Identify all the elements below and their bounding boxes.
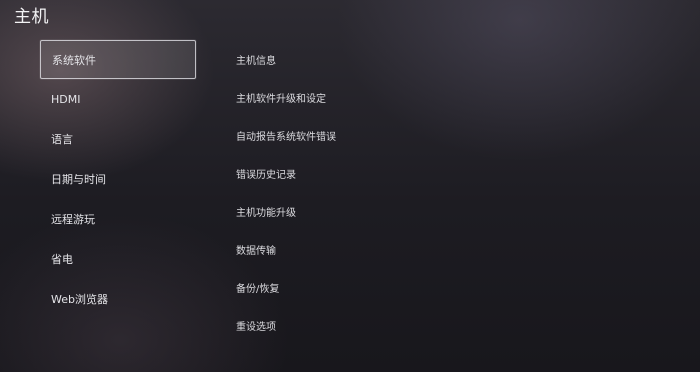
category-label: 系统软件 — [52, 53, 96, 67]
option-label: 主机信息 — [236, 55, 276, 67]
category-power-saving[interactable]: 省电 — [40, 239, 196, 279]
category-label: 远程游玩 — [51, 213, 95, 226]
option-backup-restore[interactable]: 备份/恢复 — [236, 268, 636, 306]
option-label: 备份/恢复 — [236, 283, 280, 295]
option-data-transfer[interactable]: 数据传输 — [236, 230, 636, 268]
option-label: 自动报告系统软件错误 — [236, 131, 336, 143]
option-software-update[interactable]: 主机软件升级和设定 — [236, 78, 636, 116]
category-label: 日期与时间 — [51, 173, 106, 186]
category-date-time[interactable]: 日期与时间 — [40, 159, 196, 199]
option-feature-upgrade[interactable]: 主机功能升级 — [236, 192, 636, 230]
category-label: 省电 — [51, 253, 73, 266]
option-label: 主机软件升级和设定 — [236, 93, 326, 105]
option-label: 数据传输 — [236, 245, 276, 257]
page-title: 主机 — [14, 7, 49, 27]
category-hdmi[interactable]: HDMI — [40, 79, 196, 119]
category-system-software[interactable]: 系统软件 — [40, 40, 196, 79]
category-web-browser[interactable]: Web浏览器 — [40, 279, 196, 319]
category-label: Web浏览器 — [51, 293, 108, 306]
system-software-options: 主机信息 主机软件升级和设定 自动报告系统软件错误 错误历史记录 主机功能升级 … — [236, 40, 636, 344]
category-label: 语言 — [51, 133, 73, 146]
option-label: 重设选项 — [236, 321, 276, 333]
settings-category-list: 系统软件 HDMI 语言 日期与时间 远程游玩 省电 Web浏览器 — [40, 40, 196, 319]
category-remote-play[interactable]: 远程游玩 — [40, 199, 196, 239]
category-label: HDMI — [51, 92, 81, 106]
option-auto-error-report[interactable]: 自动报告系统软件错误 — [236, 116, 636, 154]
option-label: 错误历史记录 — [236, 169, 296, 181]
option-label: 主机功能升级 — [236, 207, 296, 219]
option-console-info[interactable]: 主机信息 — [236, 40, 636, 78]
option-error-history[interactable]: 错误历史记录 — [236, 154, 636, 192]
category-language[interactable]: 语言 — [40, 119, 196, 159]
option-reset-options[interactable]: 重设选项 — [236, 306, 636, 344]
